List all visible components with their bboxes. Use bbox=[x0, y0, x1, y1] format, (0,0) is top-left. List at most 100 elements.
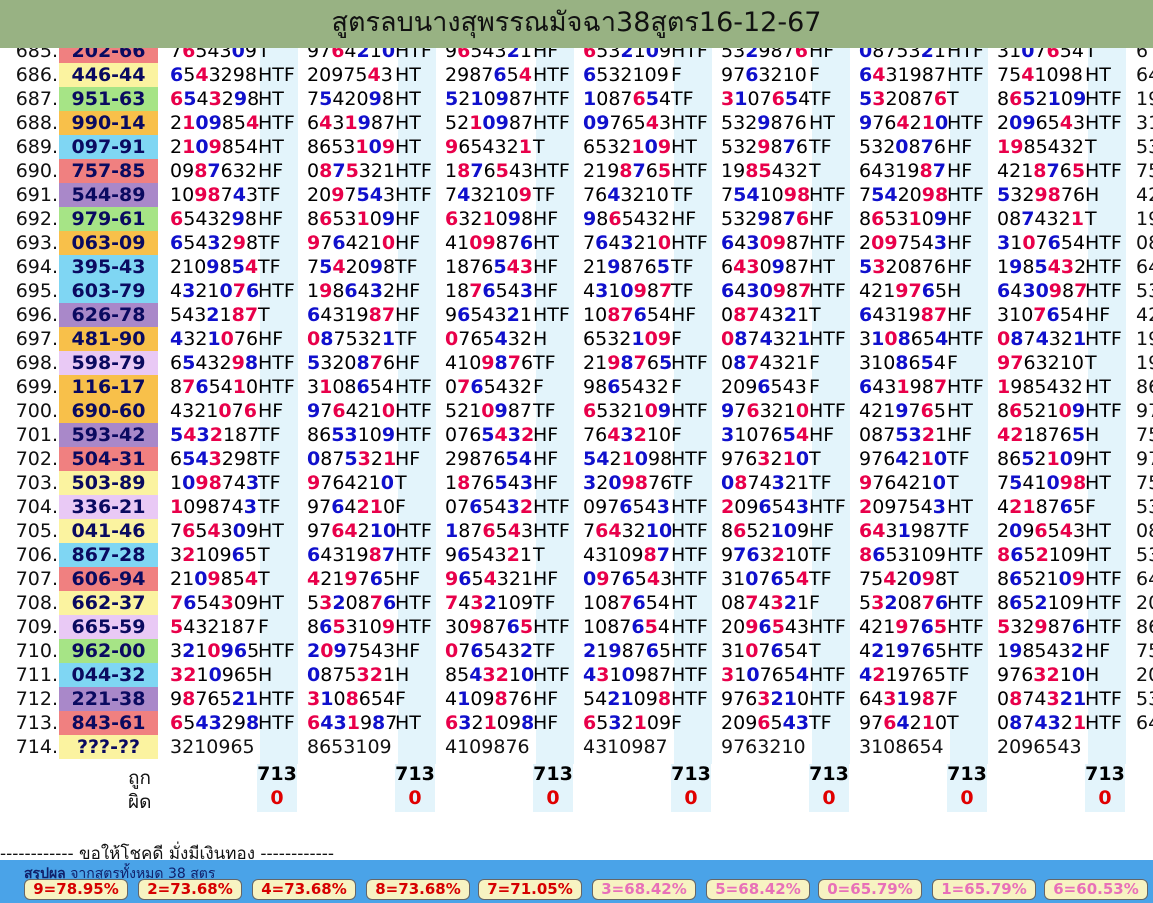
formula-digits: 19 bbox=[1136, 328, 1153, 350]
formula-digits: 4219765 bbox=[859, 400, 946, 422]
formula-digits: 9764210 bbox=[307, 232, 396, 254]
formula-digits: 64 bbox=[1136, 568, 1153, 590]
formula-digits: 2097543 bbox=[307, 184, 396, 206]
hit-tag: TF bbox=[947, 520, 970, 542]
hit-tag: HF bbox=[533, 208, 559, 230]
hit-tag: F bbox=[671, 64, 682, 86]
formula-digits: 9764210 bbox=[859, 472, 946, 494]
formula-digits: 7654309 bbox=[170, 520, 259, 542]
right-count: 713 bbox=[533, 763, 573, 785]
table-row: 699. 116-17 8765410 HTF 3108654 HTF 0765432 F 98… bbox=[0, 375, 1153, 399]
formula-digits: 4218765 bbox=[997, 496, 1086, 518]
formula-digits: 4310987 bbox=[583, 736, 668, 758]
hit-tag: TF bbox=[809, 136, 832, 158]
formula-digits: 5320876 bbox=[307, 592, 397, 614]
formula-digits: 5210987 bbox=[445, 400, 532, 422]
formula-digits: 8652109 bbox=[721, 520, 810, 542]
formula-digits: 7643210 bbox=[583, 424, 672, 446]
formula-digits: 4218765 bbox=[997, 160, 1086, 182]
formula-digits: 2987654 bbox=[445, 448, 532, 470]
formula-digits: 2109854 bbox=[170, 112, 260, 134]
hit-tag: HF bbox=[258, 208, 284, 230]
hit-tag: HF bbox=[395, 640, 421, 662]
formula-digits: 64 bbox=[1136, 712, 1153, 734]
formula-digits: 6321098 bbox=[445, 712, 535, 734]
formula-digits: 08 bbox=[1136, 520, 1153, 542]
hit-tag: T bbox=[258, 568, 270, 590]
hit-tag: HTF bbox=[533, 520, 570, 542]
result-cell: 626-78 bbox=[59, 303, 158, 327]
formula-digits: 5432187 bbox=[170, 616, 256, 638]
formula-digits: 9763210 bbox=[721, 736, 806, 758]
formula-digits: 5320876 bbox=[859, 256, 946, 278]
hit-tag: T bbox=[947, 472, 959, 494]
formula-digits: 9764210 bbox=[307, 472, 394, 494]
hit-tag: HTF bbox=[533, 112, 570, 134]
formula-digits: 1876543 bbox=[445, 280, 534, 302]
formula-digits: 5210987 bbox=[445, 112, 534, 134]
hit-tag: HTF bbox=[395, 184, 432, 206]
formula-digits: 8765410 bbox=[170, 376, 259, 398]
formula-digits: 7432109 bbox=[445, 592, 534, 614]
table-row: 690. 757-85 0987632 HF 0875321 HTF 1876543 HTF 2… bbox=[0, 159, 1153, 183]
hit-tag: HTF bbox=[671, 616, 708, 638]
hit-tag: HTF bbox=[809, 232, 846, 254]
formula-digits: 5320876 bbox=[859, 88, 948, 110]
formula-digits: 42 bbox=[1136, 304, 1153, 326]
formula-digits: 0765432 bbox=[445, 424, 535, 446]
hit-tag: HF bbox=[395, 304, 421, 326]
formula-digits: 2109854 bbox=[170, 136, 259, 158]
formula-digits: 6532109 bbox=[583, 712, 672, 734]
result-cell: 395-43 bbox=[59, 255, 158, 279]
formula-digits: 5329876 bbox=[997, 184, 1086, 206]
row-number: 710. bbox=[15, 640, 58, 662]
hit-tag: HT bbox=[1085, 448, 1111, 470]
formula-digits: 0875321 bbox=[307, 448, 397, 470]
row-number: 712. bbox=[15, 688, 58, 710]
result-cell: 336-21 bbox=[59, 495, 158, 519]
formula-digits: 7541098 bbox=[721, 184, 811, 206]
hit-tag: T bbox=[533, 544, 545, 566]
formula-digits: 0765432 bbox=[445, 328, 532, 350]
hit-tag: HT bbox=[1085, 376, 1111, 398]
formula-digits: 7643210 bbox=[583, 232, 672, 254]
formula-digits: 42 bbox=[1136, 184, 1153, 206]
formula-digits: 6430987 bbox=[721, 232, 811, 254]
hit-tag: HF bbox=[809, 48, 835, 62]
hit-tag: HTF bbox=[533, 64, 570, 86]
hit-tag: HF bbox=[533, 688, 559, 710]
hit-tag: HT bbox=[1085, 64, 1111, 86]
hit-tag: HTF bbox=[1085, 328, 1122, 350]
hit-tag: HTF bbox=[809, 688, 846, 710]
hit-tag: HF bbox=[671, 304, 697, 326]
formula-digits: 3107654 bbox=[721, 640, 808, 662]
formula-digits: 8653109 bbox=[859, 208, 948, 230]
formula-digits: 5329876 bbox=[721, 208, 810, 230]
formula-digits: 53 bbox=[1136, 496, 1153, 518]
formula-digits: 3107654 bbox=[721, 568, 810, 590]
wrong-label: ผิด bbox=[128, 791, 152, 813]
hit-tag: HTF bbox=[947, 544, 984, 566]
result-cell: 504-31 bbox=[59, 447, 158, 471]
formula-digits: 0875321 bbox=[307, 160, 396, 182]
formula-digits: 9763210 bbox=[721, 448, 810, 470]
result-cell: 867-28 bbox=[59, 543, 158, 567]
formula-digits: 8653109 bbox=[307, 136, 396, 158]
formula-digits: 3108654 bbox=[859, 328, 949, 350]
table-row: 714. ???-?? 3210965 8653109 4109876 4310987 97… bbox=[0, 735, 1153, 759]
hit-tag: HF bbox=[395, 232, 421, 254]
formula-digits: 6532109 bbox=[583, 64, 669, 86]
hit-tag: HTF bbox=[395, 544, 432, 566]
formula-digits: 9865432 bbox=[583, 376, 669, 398]
hit-tag: F bbox=[395, 496, 406, 518]
formula-digits: 3210965 bbox=[170, 664, 259, 686]
hit-tag: HTF bbox=[671, 520, 708, 542]
hit-tag: HT bbox=[258, 592, 284, 614]
formula-digits: 9876521 bbox=[170, 688, 259, 710]
formula-digits: 9763210 bbox=[997, 352, 1084, 374]
formula-digits: 3108654 bbox=[859, 736, 944, 758]
formula-digits: 2987654 bbox=[445, 64, 532, 86]
result-cell: 665-59 bbox=[59, 615, 158, 639]
formula-digits: 0874321 bbox=[721, 472, 810, 494]
hit-tag: HF bbox=[395, 208, 421, 230]
